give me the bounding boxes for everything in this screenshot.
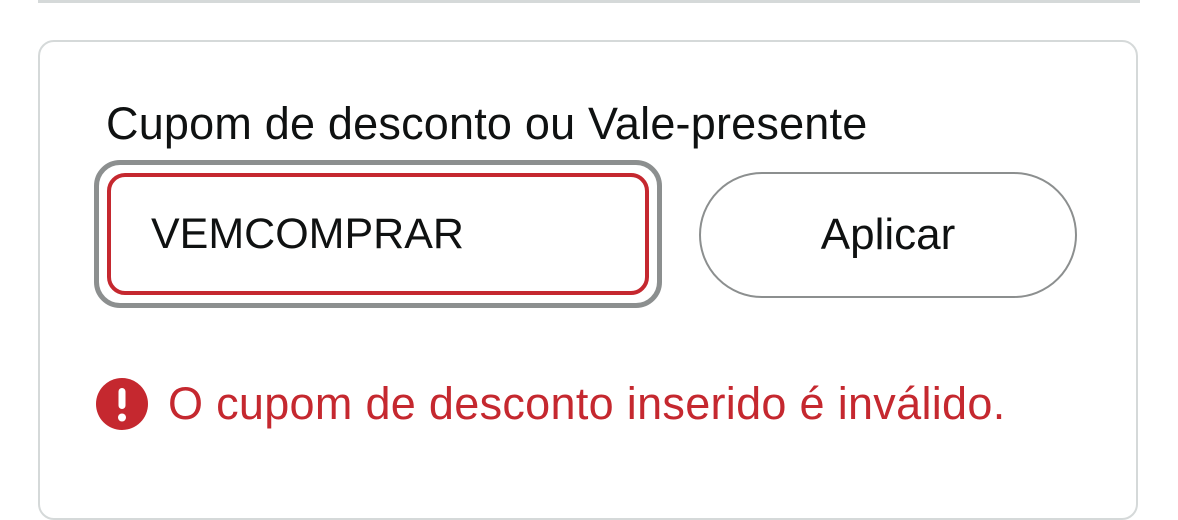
- exclamation-circle-icon: [96, 378, 148, 430]
- top-divider: [38, 0, 1140, 3]
- coupon-code-input[interactable]: [107, 173, 649, 295]
- coupon-input-focus-ring: [94, 160, 662, 308]
- coupon-error-message: O cupom de desconto inserido é inválido.: [96, 378, 1006, 430]
- coupon-card: Cupom de desconto ou Vale-presente Aplic…: [38, 40, 1138, 520]
- apply-coupon-button[interactable]: Aplicar: [699, 172, 1077, 298]
- error-text: O cupom de desconto inserido é inválido.: [168, 378, 1006, 429]
- coupon-section-title: Cupom de desconto ou Vale-presente: [106, 98, 868, 149]
